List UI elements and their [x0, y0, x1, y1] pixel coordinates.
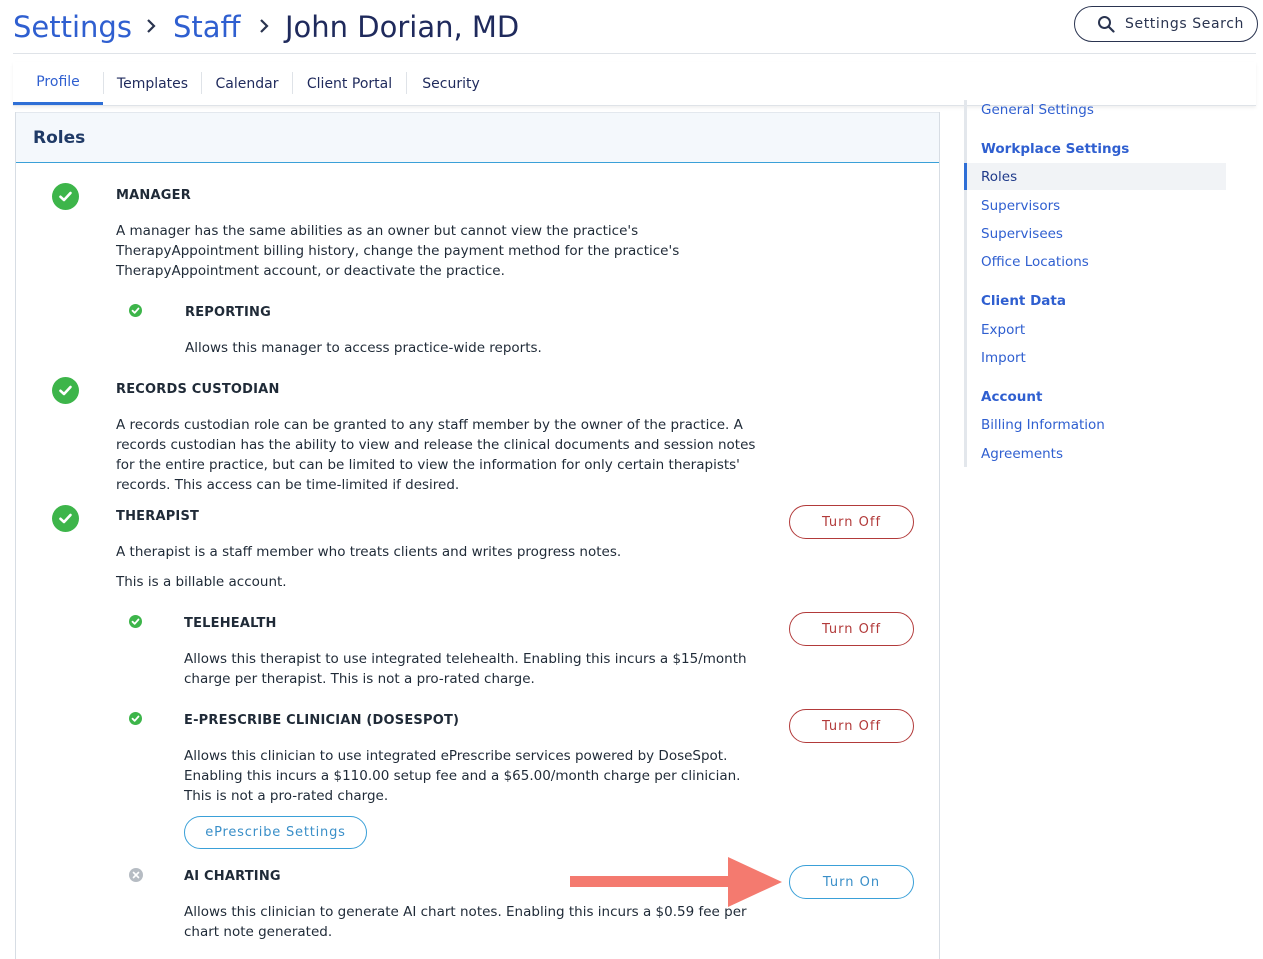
breadcrumb-settings[interactable]: Settings — [13, 9, 132, 45]
tab-security[interactable]: Security — [408, 62, 494, 105]
tab-divider — [103, 72, 104, 94]
role-title-records-custodian: RECORDS CUSTODIAN — [116, 382, 280, 397]
tab-divider — [292, 72, 293, 94]
settings-search-button[interactable]: Settings Search — [1074, 6, 1258, 42]
nav-roles[interactable]: Roles — [981, 169, 1017, 185]
annotation-arrow-icon — [570, 857, 782, 907]
role-description-eprescribe: Allows this clinician to use integrated … — [184, 748, 741, 804]
role-title-therapist: THERAPIST — [116, 509, 200, 524]
settings-side-nav: General Settings Workplace Settings Role… — [964, 100, 1226, 467]
page-header: Settings Staff John Dorian, MD Settings … — [13, 0, 1258, 54]
eprescribe-settings-button[interactable]: ePrescribe Settings — [184, 816, 367, 849]
check-circle-icon — [129, 615, 142, 628]
settings-search-label: Settings Search — [1125, 16, 1244, 32]
search-icon — [1098, 16, 1115, 33]
role-title-reporting: REPORTING — [185, 305, 271, 320]
tab-profile[interactable]: Profile — [13, 62, 103, 105]
role-description-therapist: A therapist is a staff member who treats… — [116, 544, 622, 560]
tab-divider — [201, 72, 202, 94]
roles-panel-title: Roles — [33, 128, 86, 148]
role-description-manager: A manager has the same abilities as an o… — [116, 223, 680, 279]
nav-section-account[interactable]: Account — [981, 389, 1042, 405]
nav-section-client-data[interactable]: Client Data — [981, 293, 1066, 309]
nav-supervisees[interactable]: Supervisees — [981, 226, 1063, 242]
check-circle-icon — [129, 712, 142, 725]
eprescribe-turn-off-button[interactable]: Turn Off — [789, 709, 914, 743]
nav-agreements[interactable]: Agreements — [981, 446, 1063, 462]
check-circle-icon — [52, 183, 79, 210]
page-title: John Dorian, MD — [285, 10, 520, 44]
chevron-right-icon — [147, 19, 156, 33]
therapist-billable-note: This is a billable account. — [116, 574, 287, 590]
role-description-records-custodian: A records custodian role can be granted … — [116, 417, 756, 493]
nav-billing-information[interactable]: Billing Information — [981, 417, 1105, 433]
x-circle-icon — [129, 868, 143, 882]
nav-supervisors[interactable]: Supervisors — [981, 198, 1060, 214]
chevron-right-icon — [260, 19, 269, 33]
roles-panel: Roles MANAGER A manager has the same abi… — [15, 112, 940, 959]
nav-export[interactable]: Export — [981, 322, 1025, 338]
nav-office-locations[interactable]: Office Locations — [981, 254, 1089, 270]
role-description-telehealth: Allows this therapist to use integrated … — [184, 651, 747, 687]
role-description-reporting: Allows this manager to access practice-w… — [185, 340, 542, 356]
ai-charting-turn-on-button[interactable]: Turn On — [789, 865, 914, 899]
role-title-ai-charting: AI CHARTING — [184, 869, 281, 884]
role-title-eprescribe: E-PRESCRIBE CLINICIAN (DOSESPOT) — [184, 713, 460, 728]
tab-client-portal[interactable]: Client Portal — [294, 62, 405, 105]
nav-import[interactable]: Import — [981, 350, 1026, 366]
roles-panel-header: Roles — [16, 112, 939, 163]
breadcrumb-staff[interactable]: Staff — [173, 9, 241, 45]
therapist-turn-off-button[interactable]: Turn Off — [789, 505, 914, 539]
role-title-telehealth: TELEHEALTH — [184, 616, 277, 631]
telehealth-turn-off-button[interactable]: Turn Off — [789, 612, 914, 646]
tab-divider — [406, 72, 407, 94]
check-circle-icon — [52, 505, 79, 532]
check-circle-icon — [129, 304, 142, 317]
nav-general-settings[interactable]: General Settings — [981, 102, 1094, 118]
tab-calendar[interactable]: Calendar — [203, 62, 291, 105]
tab-templates[interactable]: Templates — [105, 62, 200, 105]
check-circle-icon — [52, 377, 79, 404]
nav-section-workplace-settings[interactable]: Workplace Settings — [981, 141, 1129, 157]
role-title-manager: MANAGER — [116, 188, 191, 203]
